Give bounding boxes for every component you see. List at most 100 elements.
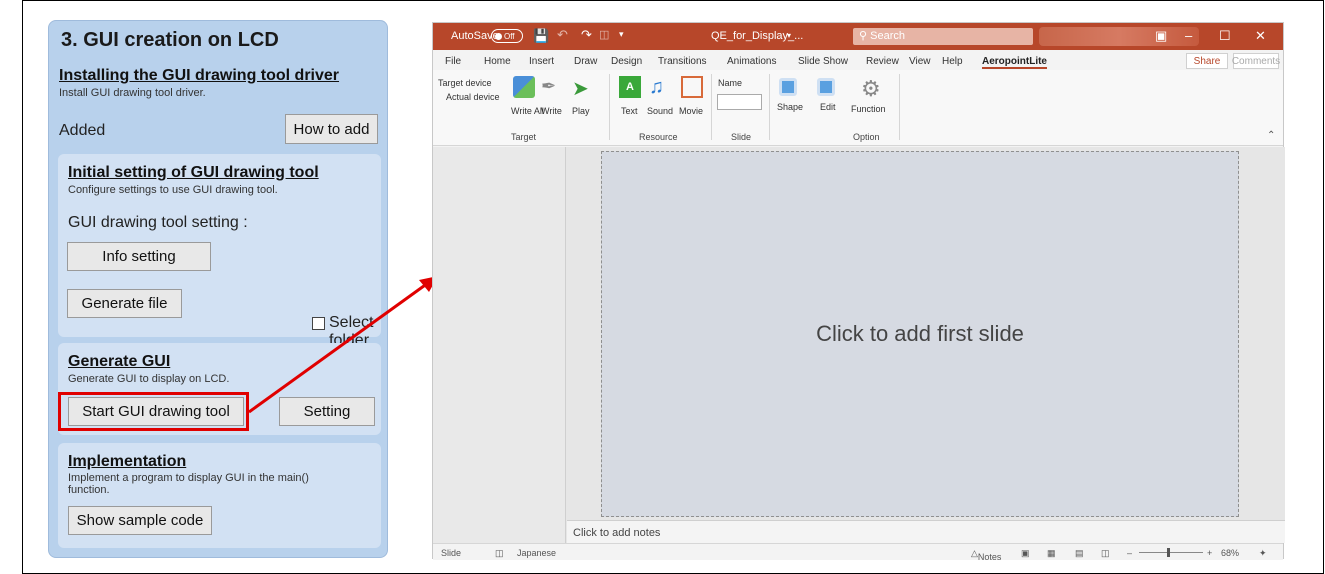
share-button[interactable]: Share — [1186, 53, 1228, 69]
notes-placeholder: Click to add notes — [573, 527, 661, 539]
editing-area: Click to add first slide Click to add no… — [433, 147, 1285, 543]
zoom-in-icon[interactable]: + — [1207, 548, 1212, 558]
text-button[interactable]: Text — [621, 106, 638, 116]
redo-icon[interactable]: ↷ — [581, 27, 592, 43]
group-separator — [769, 74, 770, 140]
name-label: Name — [718, 78, 743, 88]
group-label-option: Option — [853, 132, 880, 142]
slide-placeholder[interactable]: Click to add first slide — [601, 151, 1239, 517]
initial-setting-desc: Configure settings to use GUI drawing to… — [68, 184, 278, 196]
tab-review[interactable]: Review — [866, 56, 899, 67]
notes-button[interactable]: △ Notes — [971, 548, 1001, 562]
name-input[interactable] — [717, 94, 762, 110]
status-language[interactable]: Japanese — [517, 548, 556, 558]
group-label-slide: Slide — [731, 132, 752, 142]
info-setting-button[interactable]: Info setting — [67, 242, 211, 271]
shape-icon[interactable] — [779, 78, 797, 96]
doc-dropdown-icon[interactable]: ▾ — [787, 31, 791, 40]
target-device-option[interactable]: Target device — [438, 78, 492, 88]
search-icon: ⚲ — [859, 30, 868, 42]
slide-sorter-icon[interactable]: ▦ — [1047, 548, 1056, 559]
collapse-ribbon-icon[interactable]: ⌃ — [1267, 130, 1275, 141]
write-all-icon[interactable] — [513, 76, 535, 98]
status-slide: Slide — [441, 548, 462, 558]
tab-draw[interactable]: Draw — [574, 56, 597, 67]
edit-button[interactable]: Edit — [820, 102, 836, 112]
generate-gui-desc: Generate GUI to display on LCD. — [68, 373, 230, 385]
text-icon[interactable]: A — [619, 76, 641, 98]
generate-file-button[interactable]: Generate file — [67, 289, 182, 318]
tab-home[interactable]: Home — [484, 56, 511, 67]
write-all-button[interactable]: Write All — [511, 106, 544, 116]
qat-dropdown-icon[interactable]: ▾ — [619, 29, 624, 40]
tab-help[interactable]: Help — [942, 56, 963, 67]
ribbon-display-icon[interactable]: ▣ — [1155, 28, 1167, 44]
ribbon-tabs: File Home Insert Draw Design Transitions… — [433, 50, 1283, 70]
tab-design[interactable]: Design — [611, 56, 642, 67]
installing-desc: Install GUI drawing tool driver. — [59, 87, 206, 99]
account-area[interactable] — [1039, 27, 1199, 46]
comments-button[interactable]: Comments — [1232, 53, 1280, 69]
tab-slide-show[interactable]: Slide Show — [798, 56, 848, 67]
panel-title: 3. GUI creation on LCD — [61, 29, 279, 51]
group-separator — [609, 74, 610, 140]
title-bar: AutoSave Off 💾 ↶ ↷ ◫ ▾ QE_for_Display_..… — [433, 23, 1283, 50]
zoom-level[interactable]: 68% — [1221, 548, 1239, 558]
tab-insert[interactable]: Insert — [529, 56, 554, 67]
ribbon: Target device Actual device Write All ✒ … — [433, 70, 1283, 146]
implementation-card: Implementation Implement a program to di… — [58, 443, 381, 548]
play-button[interactable]: Play — [572, 106, 590, 116]
close-icon[interactable]: ✕ — [1255, 28, 1266, 44]
setting-button[interactable]: Setting — [279, 397, 375, 426]
zoom-slider[interactable] — [1139, 552, 1203, 553]
slide-thumbnails-pane[interactable] — [433, 147, 566, 543]
implementation-heading[interactable]: Implementation — [68, 453, 186, 471]
normal-view-icon[interactable]: ▣ — [1021, 548, 1030, 559]
generate-gui-heading[interactable]: Generate GUI — [68, 353, 170, 371]
save-icon[interactable]: 💾 — [533, 28, 549, 44]
zoom-slider-thumb[interactable] — [1167, 548, 1170, 557]
function-button[interactable]: Function — [851, 104, 886, 114]
slideshow-icon[interactable]: ◫ — [1101, 548, 1110, 559]
write-button[interactable]: Write — [541, 106, 562, 116]
sound-button[interactable]: Sound — [647, 106, 673, 116]
autosave-toggle[interactable]: Off — [491, 29, 523, 43]
present-icon[interactable]: ◫ — [599, 28, 609, 41]
undo-icon[interactable]: ↶ — [557, 27, 568, 43]
movie-icon[interactable] — [681, 76, 703, 98]
implementation-desc-line2: function. — [68, 484, 110, 496]
gui-creation-panel: 3. GUI creation on LCD Installing the GU… — [48, 20, 388, 558]
slide-placeholder-text: Click to add first slide — [816, 321, 1024, 346]
maximize-icon[interactable]: ☐ — [1219, 28, 1231, 44]
show-sample-code-button[interactable]: Show sample code — [68, 506, 212, 535]
movie-button[interactable]: Movie — [679, 106, 703, 116]
zoom-out-icon[interactable]: – — [1127, 548, 1132, 558]
tab-animations[interactable]: Animations — [727, 56, 776, 67]
play-icon[interactable]: ➤ — [572, 76, 594, 100]
actual-device-option[interactable]: Actual device — [446, 92, 500, 102]
notes-pane[interactable]: Click to add notes — [567, 520, 1285, 543]
fit-to-window-icon[interactable]: ✦ — [1259, 548, 1267, 559]
accessibility-icon[interactable]: ◫ — [495, 548, 504, 559]
reading-view-icon[interactable]: ▤ — [1075, 548, 1084, 559]
status-bar: Slide ◫ Japanese △ Notes ▣ ▦ ▤ ◫ – + 68% … — [433, 543, 1283, 562]
tab-view[interactable]: View — [909, 56, 931, 67]
tab-aeropointlite[interactable]: AeropointLite — [982, 56, 1047, 69]
group-label-resource: Resource — [639, 132, 678, 142]
write-icon[interactable]: ✒ — [541, 76, 563, 98]
tab-file[interactable]: File — [445, 56, 461, 67]
initial-setting-heading[interactable]: Initial setting of GUI drawing tool — [68, 164, 319, 182]
select-folder-checkbox[interactable] — [312, 317, 325, 330]
tab-transitions[interactable]: Transitions — [658, 56, 707, 67]
implementation-desc-line1: Implement a program to display GUI in th… — [68, 472, 309, 484]
how-to-add-button[interactable]: How to add — [285, 114, 378, 144]
shape-button[interactable]: Shape — [777, 102, 803, 112]
gear-icon[interactable]: ⚙ — [861, 76, 883, 101]
install-status: Added — [59, 122, 106, 139]
group-separator — [899, 74, 900, 140]
edit-icon[interactable] — [817, 78, 835, 96]
search-box[interactable]: ⚲ Search — [853, 28, 1033, 45]
installing-heading[interactable]: Installing the GUI drawing tool driver — [59, 67, 339, 85]
minimize-icon[interactable]: – — [1185, 28, 1192, 43]
sound-icon[interactable]: ♫ — [649, 76, 671, 98]
